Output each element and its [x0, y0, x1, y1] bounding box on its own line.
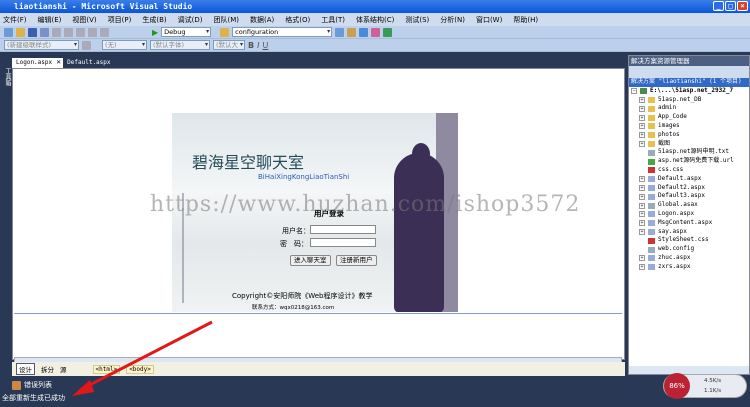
- cpu-usage: 86%: [664, 373, 690, 399]
- download-speed: 1.1K/s: [704, 388, 722, 394]
- upload-speed: 4.5K/s: [704, 378, 722, 384]
- red-arrow-annotation: [72, 320, 213, 396]
- network-gauge: 86% 4.5K/s 1.1K/s: [663, 373, 747, 399]
